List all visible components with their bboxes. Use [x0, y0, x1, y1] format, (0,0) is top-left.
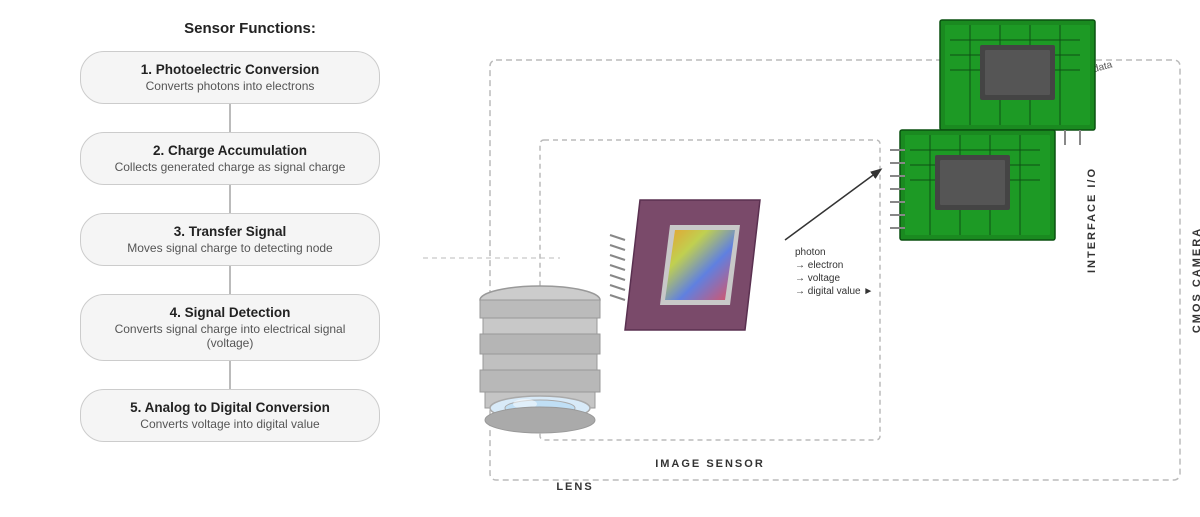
step-2: 2. Charge Accumulation Collects generate…: [80, 132, 380, 185]
step-3: 3. Transfer Signal Moves signal charge t…: [80, 213, 380, 266]
step-5: 5. Analog to Digital Conversion Converts…: [80, 389, 380, 442]
svg-text:photon: photon: [795, 247, 826, 258]
svg-text:→ digital value ►: → digital value ►: [795, 286, 873, 297]
step-4-title: 4. Signal Detection: [109, 305, 351, 320]
svg-text:→ electron: → electron: [795, 260, 843, 271]
svg-text:LENS: LENS: [556, 481, 593, 493]
step-5-desc: Converts voltage into digital value: [109, 417, 351, 431]
step-3-desc: Moves signal charge to detecting node: [109, 241, 351, 255]
step-1-desc: Converts photons into electrons: [109, 79, 351, 93]
step-5-title: 5. Analog to Digital Conversion: [109, 400, 351, 415]
lens-illustration: [475, 280, 605, 440]
panel-title: Sensor Functions:: [70, 20, 430, 37]
step-2-title: 2. Charge Accumulation: [109, 143, 351, 158]
isp-chips-illustration: [880, 10, 1120, 260]
step-4: 4. Signal Detection Converts signal char…: [80, 294, 380, 361]
steps-container: 1. Photoelectric Conversion Converts pho…: [30, 51, 430, 442]
connector-2: [229, 185, 231, 213]
step-1: 1. Photoelectric Conversion Converts pho…: [80, 51, 380, 104]
connector-1: [229, 104, 231, 132]
svg-text:CMOS CAMERA: CMOS CAMERA: [1191, 227, 1200, 333]
connector-3: [229, 266, 231, 294]
right-panel: LENS IMAGE SENSOR ISP INTERFACE I/O CMOS…: [420, 0, 1200, 517]
step-2-desc: Collects generated charge as signal char…: [109, 160, 351, 174]
left-panel: Sensor Functions: 1. Photoelectric Conve…: [30, 20, 430, 442]
svg-text:IMAGE SENSOR: IMAGE SENSOR: [655, 458, 765, 470]
step-3-title: 3. Transfer Signal: [109, 224, 351, 239]
svg-text:→ voltage: → voltage: [795, 273, 840, 284]
connector-4: [229, 361, 231, 389]
step-1-title: 1. Photoelectric Conversion: [109, 62, 351, 77]
sensor-chip-illustration: [605, 150, 765, 350]
step-4-desc: Converts signal charge into electrical s…: [109, 322, 351, 350]
